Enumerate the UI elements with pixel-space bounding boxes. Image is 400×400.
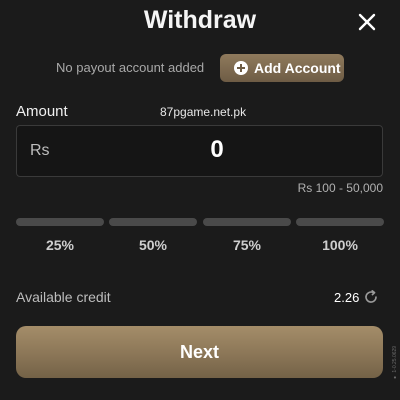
site-watermark: 87pgame.net.pk bbox=[160, 105, 247, 119]
preset-50-button[interactable]: 50% bbox=[109, 237, 197, 253]
preset-bar-100[interactable] bbox=[296, 218, 384, 226]
refresh-icon[interactable] bbox=[363, 289, 379, 305]
close-icon[interactable] bbox=[356, 11, 378, 33]
next-button-label: Next bbox=[179, 341, 219, 362]
payout-account-row: No payout account added Add Account bbox=[0, 54, 400, 82]
amount-value: 0 bbox=[210, 136, 224, 163]
preset-bar-50[interactable] bbox=[109, 218, 197, 226]
plus-circle-icon bbox=[234, 61, 248, 75]
add-account-label: Add Account bbox=[254, 60, 341, 76]
add-account-button[interactable]: Add Account bbox=[220, 54, 344, 82]
preset-75-button[interactable]: 75% bbox=[203, 237, 291, 253]
next-button[interactable]: Next bbox=[16, 326, 383, 378]
page-title: Withdraw bbox=[143, 6, 257, 34]
preset-25-button[interactable]: 25% bbox=[16, 237, 104, 253]
preset-bar-75[interactable] bbox=[203, 218, 291, 226]
amount-input[interactable]: Rs 0 bbox=[16, 125, 383, 177]
preset-bar-25[interactable] bbox=[16, 218, 104, 226]
preset-bars bbox=[16, 218, 384, 226]
available-credit-value: 2.26 bbox=[334, 290, 360, 305]
currency-label: Rs bbox=[30, 142, 50, 159]
no-payout-message: No payout account added bbox=[56, 60, 205, 75]
amount-range-hint: Rs 100 - 50,000 bbox=[297, 181, 383, 195]
preset-100-button[interactable]: 100% bbox=[296, 237, 384, 253]
amount-label: Amount bbox=[16, 103, 68, 120]
version-side-text: ● 1-0.25.0629 bbox=[392, 345, 398, 380]
available-credit-label: Available credit bbox=[16, 289, 111, 305]
